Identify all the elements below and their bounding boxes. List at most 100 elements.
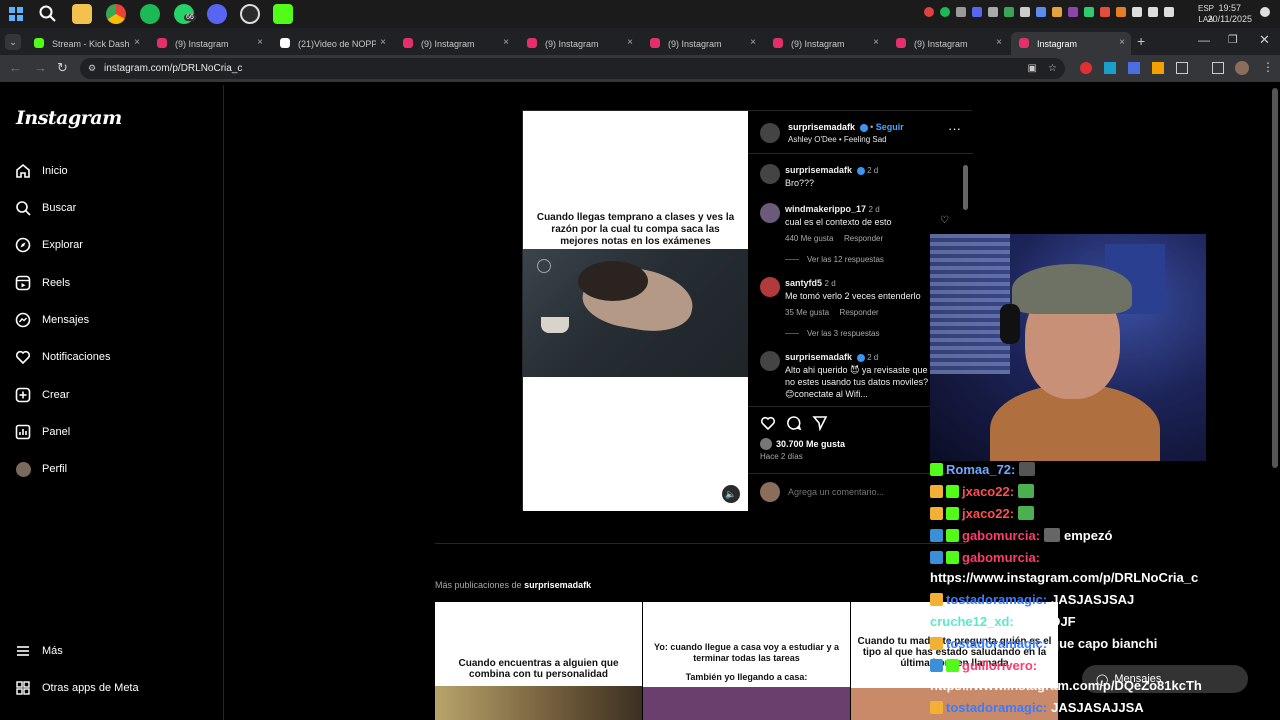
close-tab-icon[interactable]: × [380, 37, 386, 48]
audio-label[interactable]: Ashley O'Dee • Feeling Sad [788, 135, 887, 144]
browser-tab[interactable]: (21)Video de NOPP... × [272, 32, 392, 55]
tray-icon[interactable] [940, 7, 950, 17]
chrome-menu-icon[interactable]: ⋮ [1262, 60, 1274, 74]
tray-icon[interactable] [1020, 7, 1030, 17]
spotify-icon[interactable] [140, 4, 160, 24]
reply-button[interactable]: Responder [840, 308, 879, 317]
reply-button[interactable]: Responder [844, 234, 883, 243]
windows-start-icon[interactable] [6, 4, 26, 24]
browser-tab[interactable]: (9) Instagram × [395, 32, 515, 55]
comment-username[interactable]: surprisemadafk [785, 352, 852, 362]
chat-link[interactable]: https://www.instagram.com/p/DRLNoCria_c [930, 570, 1198, 585]
address-bar[interactable]: ⚙ instagram.com/p/DRLNoCria_c ▣ ☆ [80, 58, 1065, 79]
post-thumbnail[interactable]: Cuando encuentras a alguien que combina … [435, 602, 642, 720]
whatsapp-icon[interactable]: 66 [174, 4, 196, 24]
comment-avatar[interactable] [760, 277, 780, 297]
minimize-button[interactable]: — [1198, 33, 1210, 47]
reload-button[interactable]: ↻ [57, 60, 68, 76]
close-tab-icon[interactable]: × [996, 37, 1002, 48]
close-tab-icon[interactable]: × [1119, 37, 1125, 48]
more-posts-username[interactable]: surprisemadafk [524, 580, 591, 590]
sidebar-item-explorar[interactable]: Explorar [14, 233, 83, 257]
extension-icon[interactable] [1104, 62, 1116, 74]
chat-link[interactable]: https://www.instagram.com/p/DQeZo81kcTh [930, 678, 1202, 693]
tab-search-icon[interactable]: ⌄ [5, 34, 21, 50]
close-tab-icon[interactable]: × [257, 37, 263, 48]
back-button[interactable]: ← [9, 60, 22, 75]
sidebar-item-inicio[interactable]: Inicio [14, 159, 68, 183]
sidebar-item-meta-apps[interactable]: Otras apps de Meta [14, 676, 139, 700]
comment-username[interactable]: surprisemadafk [785, 165, 852, 175]
view-replies-button[interactable]: Ver las 12 respuestas [785, 255, 884, 264]
author-avatar[interactable] [760, 123, 780, 143]
page-scrollbar[interactable] [1272, 88, 1278, 468]
view-replies-button[interactable]: Ver las 3 respuestas [785, 329, 879, 338]
sidebar-item-buscar[interactable]: Buscar [14, 196, 76, 220]
mute-button[interactable]: 🔈 [722, 485, 740, 503]
tray-icon[interactable] [1116, 7, 1126, 17]
volume-icon[interactable] [1164, 7, 1174, 17]
comment-username[interactable]: windmakerippo_17 [785, 204, 866, 214]
sidebar-item-crear[interactable]: Crear [14, 383, 70, 407]
share-icon[interactable] [812, 415, 828, 436]
install-app-icon[interactable]: ▣ [1028, 58, 1037, 79]
sidebar-item-mas[interactable]: Más [14, 639, 63, 663]
system-clock[interactable]: 19:57 20/11/2025 [1208, 3, 1252, 25]
extension-icon[interactable] [1080, 62, 1092, 74]
browser-tab[interactable]: (9) Instagram × [642, 32, 762, 55]
sidebar-item-perfil[interactable]: Perfil [14, 457, 67, 481]
notifications-icon[interactable] [1260, 7, 1270, 17]
tray-icon[interactable] [1068, 7, 1078, 17]
browser-tab[interactable]: (9) Instagram × [519, 32, 639, 55]
tray-icon[interactable] [988, 7, 998, 17]
site-info-icon[interactable]: ⚙ [88, 58, 96, 79]
browser-tab[interactable]: (9) Instagram × [888, 32, 1008, 55]
comment-avatar[interactable] [760, 164, 780, 184]
tray-icon[interactable] [1084, 7, 1094, 17]
author-username[interactable]: surprisemadafk [788, 122, 855, 132]
tray-icon[interactable] [1052, 7, 1062, 17]
comment-like-icon[interactable]: ♡ [940, 215, 949, 226]
follow-button[interactable]: Seguir [876, 122, 904, 132]
browser-tab[interactable]: (9) Instagram × [765, 32, 885, 55]
forward-button[interactable]: → [34, 60, 47, 75]
profile-avatar[interactable] [1235, 61, 1249, 75]
bookmark-star-icon[interactable]: ☆ [1048, 58, 1057, 79]
discord-icon[interactable] [207, 4, 227, 24]
instagram-logo[interactable]: Instagram [16, 107, 122, 129]
extensions-puzzle-icon[interactable] [1176, 62, 1188, 74]
tray-icon[interactable] [1100, 7, 1110, 17]
tray-icon[interactable] [1132, 7, 1142, 17]
sidebar-item-reels[interactable]: Reels [14, 271, 70, 295]
close-tab-icon[interactable]: × [750, 37, 756, 48]
maximize-button[interactable]: ❐ [1228, 33, 1238, 46]
file-explorer-icon[interactable] [72, 4, 92, 24]
close-tab-icon[interactable]: × [134, 37, 140, 48]
browser-tab[interactable]: (9) Instagram × [149, 32, 269, 55]
like-icon[interactable] [760, 415, 776, 436]
extension-icon[interactable] [1152, 62, 1164, 74]
likes-count[interactable]: 30.700 Me gusta [776, 439, 845, 449]
chrome-icon[interactable] [106, 4, 126, 24]
comment-avatar[interactable] [760, 203, 780, 223]
close-window-button[interactable]: ✕ [1259, 32, 1270, 48]
sidebar-item-panel[interactable]: Panel [14, 420, 70, 444]
sidebar-item-mensajes[interactable]: Mensajes [14, 308, 89, 332]
post-media[interactable]: Cuando llegas temprano a clases y ves la… [523, 111, 748, 511]
close-tab-icon[interactable]: × [627, 37, 633, 48]
browser-tab[interactable]: Instagram × [1011, 32, 1131, 55]
close-tab-icon[interactable]: × [873, 37, 879, 48]
tray-icon[interactable] [1004, 7, 1014, 17]
sidebar-item-notificaciones[interactable]: Notificaciones [14, 345, 110, 369]
comments-scrollbar[interactable] [963, 165, 968, 210]
comment-likes[interactable]: 35 Me gusta [785, 307, 829, 319]
post-thumbnail[interactable]: Yo: cuando llegue a casa voy a estudiar … [643, 602, 850, 720]
kick-icon[interactable] [273, 4, 293, 24]
obs-icon[interactable] [240, 4, 260, 24]
comment-avatar[interactable] [760, 351, 780, 371]
wifi-icon[interactable] [1148, 7, 1158, 17]
comment-likes[interactable]: 440 Me gusta [785, 233, 833, 245]
new-tab-button[interactable]: + [1137, 33, 1145, 49]
media-controls-icon[interactable] [1212, 62, 1224, 74]
comment-username[interactable]: santyfd5 [785, 278, 822, 288]
